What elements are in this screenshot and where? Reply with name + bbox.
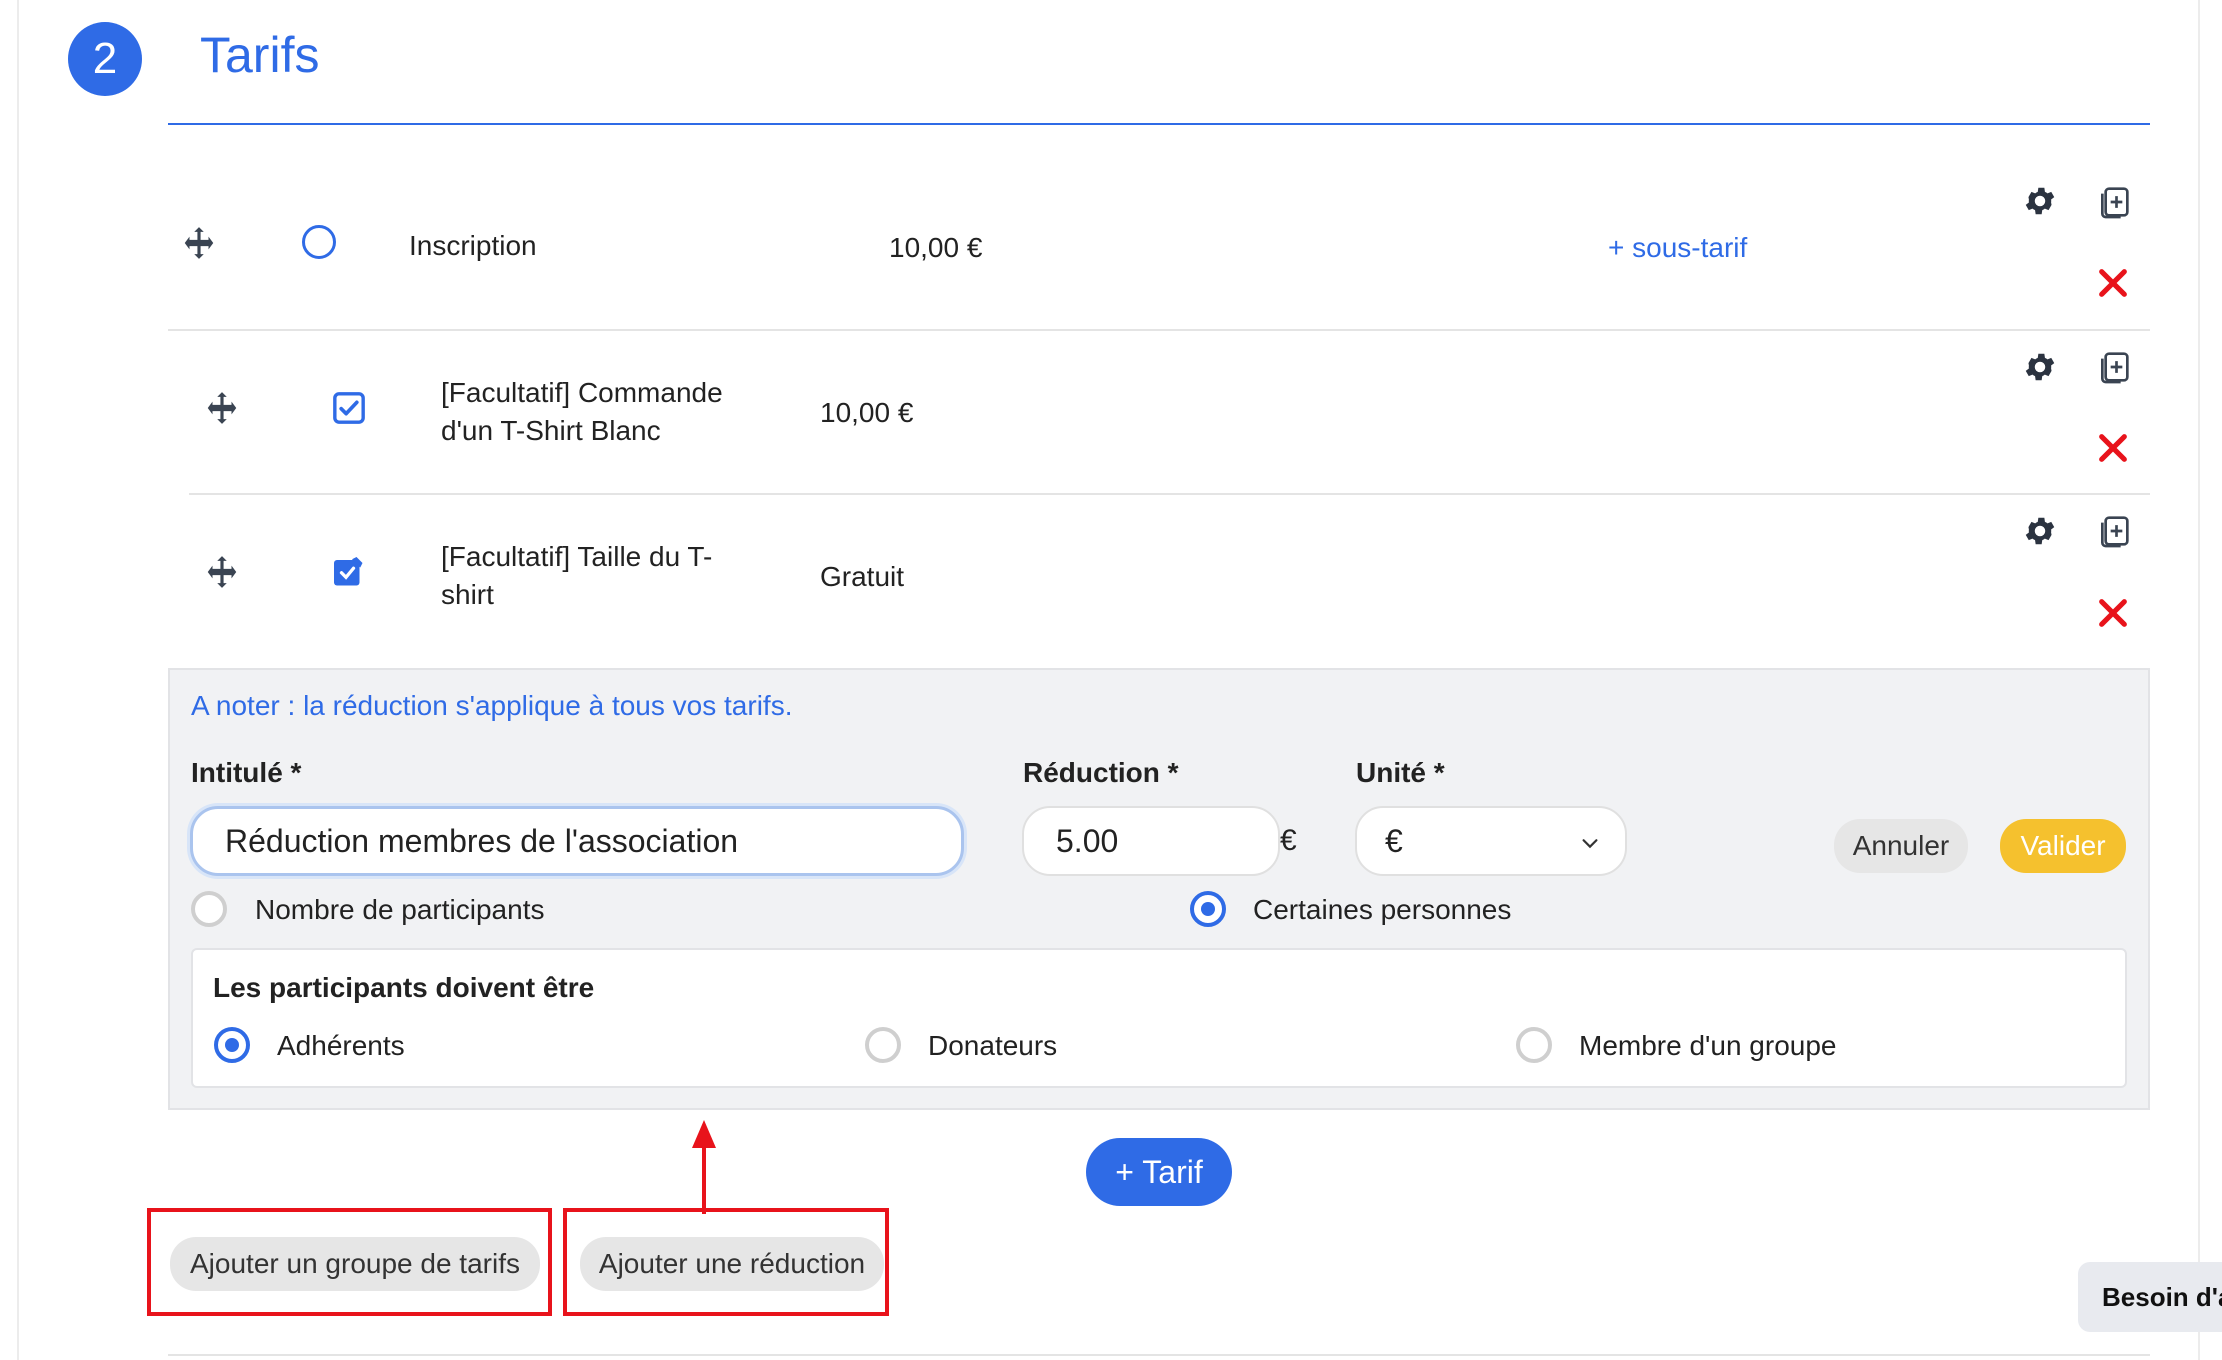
radio-label: Nombre de participants	[255, 894, 545, 925]
add-tarif-button[interactable]: + Tarif	[1086, 1138, 1232, 1206]
duplicate-icon[interactable]	[2094, 182, 2134, 222]
move-arrows-icon[interactable]	[203, 553, 241, 591]
page-left-border	[17, 0, 19, 1360]
row-divider	[189, 493, 2150, 495]
cancel-button[interactable]: Annuler	[1834, 819, 1968, 873]
title-divider	[168, 123, 2150, 125]
radio-label: Adhérents	[277, 1030, 405, 1061]
help-widget-label: Besoin d'aide	[2102, 1281, 2222, 1312]
tarif-label-line: d'un T-Shirt Blanc	[441, 415, 661, 446]
gear-icon[interactable]	[2022, 349, 2058, 385]
reduction-amount-input[interactable]: 5.00	[1022, 806, 1280, 876]
section-title: Tarifs	[200, 27, 320, 83]
reduction-currency-suffix: €	[1280, 824, 1297, 857]
edit-checkbox-icon[interactable]	[331, 554, 367, 595]
step-number: 2	[92, 34, 118, 83]
close-x-icon[interactable]	[2096, 431, 2130, 465]
unite-label: Unité *	[1356, 757, 1445, 788]
participants-box	[191, 948, 2127, 1088]
add-tarif-group-button[interactable]: Ajouter un groupe de tarifs	[170, 1237, 540, 1291]
close-x-icon[interactable]	[2096, 266, 2130, 300]
validate-button[interactable]: Valider	[2000, 819, 2126, 873]
unite-value: €	[1385, 822, 1403, 859]
tarif-label-line: [Facultatif] Commande	[441, 377, 723, 408]
tarif-price: 10,00 €	[820, 397, 914, 428]
tarif-label: Inscription	[409, 230, 537, 261]
intitule-label: Intitulé *	[191, 757, 302, 788]
move-arrows-icon[interactable]	[203, 389, 241, 427]
radio-label: Certaines personnes	[1253, 894, 1512, 925]
radio-empty-icon[interactable]	[302, 225, 336, 259]
radio-certaines-personnes[interactable]	[1190, 891, 1226, 927]
radio-adherents[interactable]	[214, 1027, 250, 1063]
unite-select[interactable]: €	[1355, 806, 1627, 876]
checkbox-checked-icon[interactable]	[332, 391, 366, 430]
duplicate-icon[interactable]	[2094, 511, 2134, 551]
reduction-note: A noter : la réduction s'applique à tous…	[191, 690, 793, 721]
radio-membre-groupe[interactable]	[1516, 1027, 1552, 1063]
red-arrow-annotation	[692, 1120, 716, 1214]
duplicate-icon[interactable]	[2094, 347, 2134, 387]
gear-icon[interactable]	[2022, 513, 2058, 549]
intitule-input[interactable]: Réduction membres de l'association	[190, 806, 964, 876]
bottom-divider	[168, 1354, 2150, 1356]
radio-label: Membre d'un groupe	[1579, 1030, 1837, 1061]
row-divider	[168, 329, 2150, 331]
radio-nombre-participants[interactable]	[191, 891, 227, 927]
radio-label: Donateurs	[928, 1030, 1058, 1061]
close-x-icon[interactable]	[2096, 596, 2130, 630]
participants-title: Les participants doivent être	[213, 972, 595, 1003]
add-sub-tarif-link[interactable]: + sous-tarif	[1608, 232, 1747, 264]
reduction-label: Réduction *	[1023, 757, 1179, 788]
chevron-down-icon	[1582, 839, 1598, 849]
radio-donateurs[interactable]	[865, 1027, 901, 1063]
step-number-badge: 2	[68, 22, 142, 96]
page-right-border	[2198, 0, 2200, 1360]
intitule-value: Réduction membres de l'association	[225, 822, 739, 859]
move-arrows-icon[interactable]	[180, 224, 218, 262]
gear-icon[interactable]	[2022, 183, 2058, 219]
tarif-label-line: shirt	[441, 579, 494, 610]
tarif-label: [Facultatif] Taille du T- shirt	[441, 538, 712, 614]
tarif-price: Gratuit	[820, 561, 905, 592]
help-widget-button[interactable]: Besoin d'aide	[2078, 1262, 2222, 1332]
tarif-price: 10,00 €	[889, 232, 983, 263]
reduction-value: 5.00	[1056, 822, 1119, 859]
tarif-label-line: [Facultatif] Taille du T-	[441, 541, 713, 572]
tarif-label: [Facultatif] Commande d'un T-Shirt Blanc	[441, 374, 723, 450]
add-reduction-button[interactable]: Ajouter une réduction	[580, 1237, 884, 1291]
